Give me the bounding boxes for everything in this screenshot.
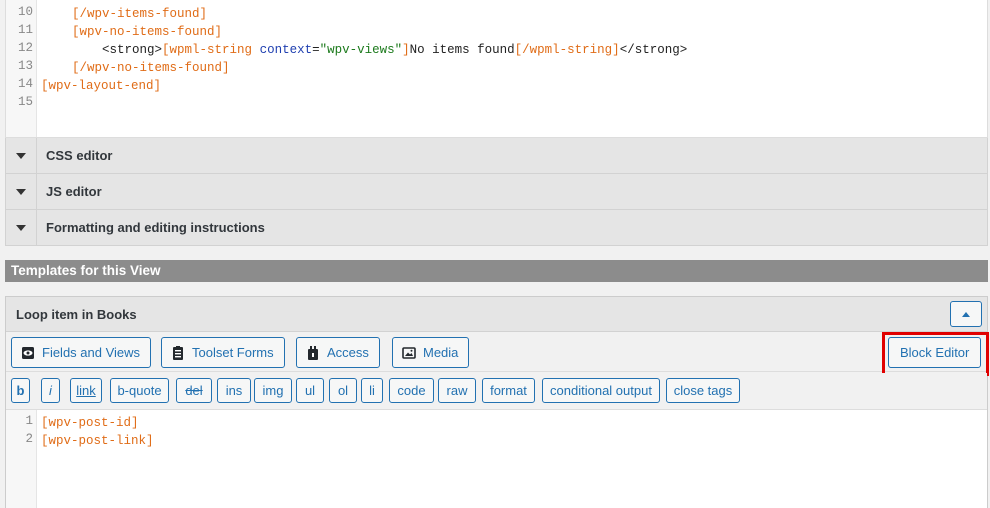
expand-arrow-icon[interactable] — [6, 174, 37, 209]
code-line: [wpv-layout-end] — [41, 79, 162, 93]
quicktags-bar: b i link b-quote del ins img ul ol li co… — [6, 373, 987, 408]
button-label: Media — [423, 345, 459, 360]
quicktag-conditional-output-button[interactable]: conditional output — [542, 378, 660, 403]
code-token-bracket: ] — [402, 43, 410, 57]
toolset-forms-button[interactable]: Toolset Forms — [161, 337, 285, 368]
code-line: [wpv-no-items-found] — [42, 25, 223, 39]
line-number-gutter: 1 2 — [6, 410, 37, 508]
accordion-formatting-instructions[interactable]: Formatting and editing instructions — [5, 210, 988, 246]
code-line: <strong>[wpml-string context="wpv-views"… — [42, 41, 687, 59]
quicktag-ins-button[interactable]: ins — [217, 378, 251, 403]
expand-arrow-icon[interactable] — [6, 210, 37, 245]
line-number: 15 — [17, 95, 33, 109]
accordion-css-editor[interactable]: CSS editor — [5, 138, 988, 174]
code-token-text: No items found — [409, 43, 515, 57]
quicktag-format-button[interactable]: format — [482, 378, 535, 403]
template-code-editor[interactable]: 1 2 [wpv-post-id] [wpv-post-link] — [6, 409, 987, 508]
quicktag-img-button[interactable]: img — [254, 378, 292, 403]
code-token-value: "wpv-views" — [319, 43, 403, 57]
code-token-tag: </strong> — [619, 43, 688, 57]
quicktag-ol-button[interactable]: ol — [329, 378, 357, 403]
media-button[interactable]: Media — [392, 337, 470, 368]
eye-icon — [22, 346, 34, 359]
template-panel: Loop item in Books Fields and Views Tool… — [5, 296, 989, 508]
quicktag-link-button[interactable]: link — [70, 378, 102, 403]
editor-toolbar: Fields and Views Toolset Forms Access Me… — [6, 332, 987, 372]
section-header: Templates for this View — [5, 260, 988, 282]
quicktag-del-button[interactable]: del — [176, 378, 212, 403]
line-number: 1 — [25, 414, 33, 428]
code-editor[interactable]: 10 11 12 13 14 15 [/wpv-items-found] [wp… — [5, 0, 988, 138]
line-number: 2 — [25, 432, 33, 446]
quicktag-close-tags-button[interactable]: close tags — [666, 378, 740, 403]
quicktag-b-button[interactable]: b — [11, 378, 30, 403]
accordion-label: JS editor — [46, 184, 102, 199]
line-number: 10 — [17, 5, 33, 19]
panel-header: Loop item in Books — [6, 297, 987, 332]
quicktag-code-button[interactable]: code — [389, 378, 434, 403]
media-image-icon — [402, 346, 416, 359]
code-line: [wpv-post-id] — [41, 416, 139, 430]
code-token-tag: <strong> — [102, 43, 163, 57]
quicktag-li-button[interactable]: li — [361, 378, 383, 403]
expand-arrow-icon[interactable] — [6, 138, 37, 173]
quicktag-i-button[interactable]: i — [41, 378, 60, 403]
collapse-button[interactable] — [950, 301, 982, 327]
code-token-shortcode: [/wpml-string] — [514, 43, 620, 57]
code-line: [/wpv-no-items-found] — [42, 61, 230, 75]
code-token-shortcode: [wpml-string — [162, 43, 260, 57]
code-token-eq: = — [312, 43, 320, 57]
code-token-attr: context — [259, 43, 313, 57]
line-number: 12 — [17, 41, 33, 55]
fields-and-views-button[interactable]: Fields and Views — [11, 337, 152, 368]
lock-icon — [308, 345, 318, 360]
panel-title: Loop item in Books — [16, 307, 137, 322]
line-number: 14 — [17, 77, 33, 91]
chevron-up-icon — [962, 311, 970, 317]
code-line: [/wpv-items-found] — [42, 7, 208, 21]
quicktag-b-quote-button[interactable]: b-quote — [110, 378, 169, 403]
quicktag-ul-button[interactable]: ul — [296, 378, 324, 403]
accordion-label: Formatting and editing instructions — [46, 220, 265, 235]
button-label: Fields and Views — [42, 345, 141, 360]
button-label: Access — [327, 345, 369, 360]
highlight-box — [882, 332, 989, 376]
quicktag-raw-button[interactable]: raw — [438, 378, 476, 403]
line-number: 11 — [17, 23, 33, 37]
form-icon — [173, 345, 183, 360]
line-number-gutter: 10 11 12 13 14 15 — [6, 0, 37, 137]
button-label: Toolset Forms — [192, 345, 274, 360]
access-button[interactable]: Access — [296, 337, 380, 368]
line-number: 13 — [17, 59, 33, 73]
code-line: [wpv-post-link] — [41, 434, 154, 448]
accordion-js-editor[interactable]: JS editor — [5, 174, 988, 210]
accordion-label: CSS editor — [46, 148, 113, 163]
